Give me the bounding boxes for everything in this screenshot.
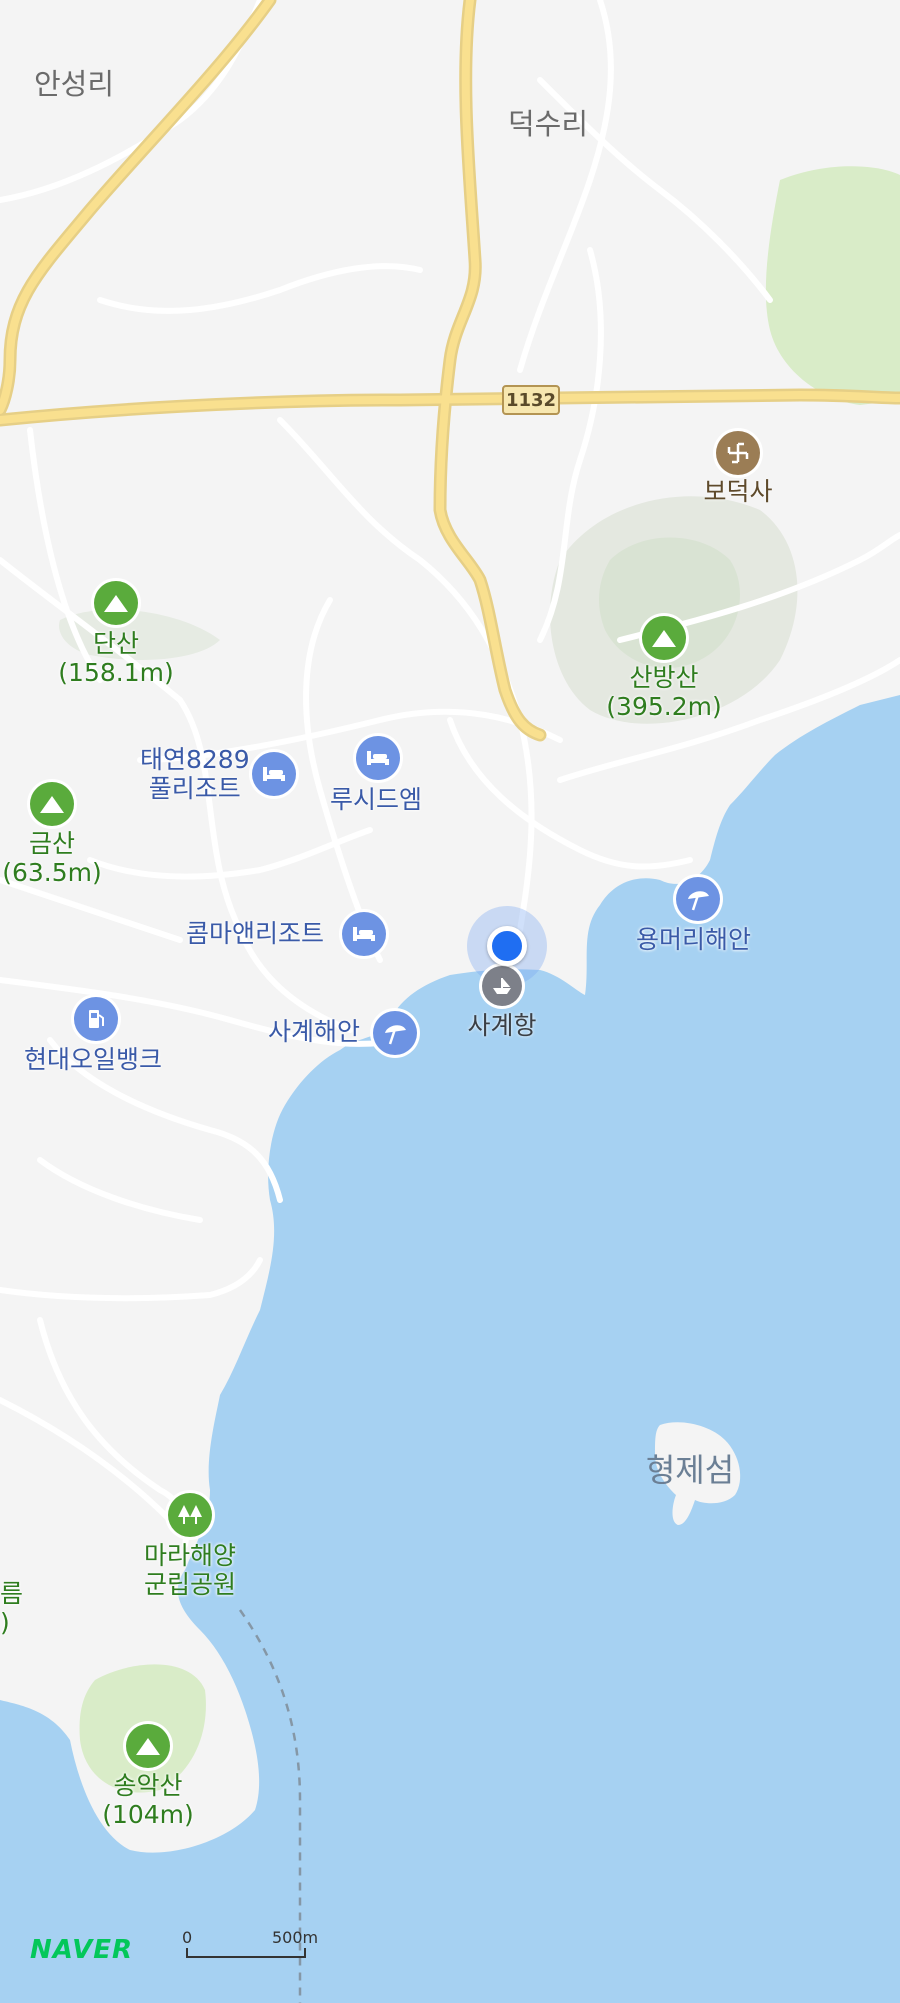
mountain-icon[interactable] xyxy=(126,1724,170,1768)
edge-partial-1: 름 xyxy=(0,1579,24,1608)
edge-partial-2: ) xyxy=(0,1607,10,1637)
temple-icon[interactable] xyxy=(716,431,760,475)
poi-label-sanbangsan[interactable]: 산방산 (395.2m) xyxy=(606,663,722,722)
songaksan-height: (104m) xyxy=(102,1799,194,1829)
sanbangsan-name: 산방산 xyxy=(629,663,699,692)
bed-icon[interactable] xyxy=(342,912,386,956)
mountain-icon[interactable] xyxy=(642,616,686,660)
beach-umbrella-icon[interactable] xyxy=(373,1011,417,1055)
mountain-icon[interactable] xyxy=(94,581,138,625)
fuel-pump-icon[interactable] xyxy=(74,997,118,1041)
poi-label-mara-park[interactable]: 마라해양 군립공원 xyxy=(143,1541,237,1600)
map-base xyxy=(0,0,900,2003)
naver-logo: NAVER xyxy=(30,1935,134,1965)
poi-label-sagye-beach[interactable]: 사계해안 xyxy=(268,1017,360,1047)
island-label-hyeongjeseom: 형제섬 xyxy=(645,1451,735,1489)
poi-label-yongmeori[interactable]: 용머리해안 xyxy=(636,925,751,955)
geumsan-name: 금산 xyxy=(28,829,75,858)
mara-line1: 마라해양 xyxy=(143,1541,237,1570)
poi-label-songaksan[interactable]: 송악산 (104m) xyxy=(102,1771,194,1830)
beach-umbrella-icon[interactable] xyxy=(676,877,720,921)
harbor-icon[interactable] xyxy=(482,966,522,1006)
trees-icon[interactable] xyxy=(168,1493,212,1537)
poi-label-komma-resort[interactable]: 콤마앤리조트 xyxy=(186,919,324,949)
songaksan-name: 송악산 xyxy=(113,1771,183,1800)
current-location-marker[interactable] xyxy=(487,926,527,966)
bed-icon[interactable] xyxy=(252,752,296,796)
scale-distance-label: 500m xyxy=(272,1928,319,1947)
mountain-icon[interactable] xyxy=(30,782,74,826)
poi-label-hyundai-oilbank[interactable]: 현대오일뱅크 xyxy=(24,1045,162,1075)
bed-icon[interactable] xyxy=(356,736,400,780)
dansan-height: (158.1m) xyxy=(58,657,174,687)
sanbangsan-height: (395.2m) xyxy=(606,691,722,721)
poi-label-bodeoksa[interactable]: 보덕사 xyxy=(703,477,772,507)
taeyeon-line1: 태연8289 xyxy=(140,745,250,774)
route-1132-shield: 1132 xyxy=(502,385,560,415)
dansan-name: 단산 xyxy=(92,629,139,658)
poi-label-dansan[interactable]: 단산 (158.1m) xyxy=(58,629,174,688)
scale-bar xyxy=(186,1948,306,1958)
map-canvas[interactable]: 안성리 덕수리 형제섬 1132 보덕사 단산 (158.1m) 산방산 (39… xyxy=(0,0,900,2003)
mara-line2: 군립공원 xyxy=(143,1569,237,1599)
place-label-anseongri: 안성리 xyxy=(33,67,115,101)
poi-label-partial-edge: 름 ) xyxy=(0,1579,24,1638)
taeyeon-line2: 풀리조트 xyxy=(148,773,241,803)
poi-label-geumsan[interactable]: 금산 (63.5m) xyxy=(2,829,102,888)
place-label-deoksuri: 덕수리 xyxy=(507,107,589,141)
geumsan-height: (63.5m) xyxy=(2,857,102,887)
poi-label-taeyeon-resort[interactable]: 태연8289 풀리조트 xyxy=(140,745,250,804)
poi-label-lucid[interactable]: 루시드엠 xyxy=(330,785,422,815)
poi-label-sagyehang[interactable]: 사계항 xyxy=(467,1011,536,1041)
scale-zero-label: 0 xyxy=(182,1928,193,1947)
